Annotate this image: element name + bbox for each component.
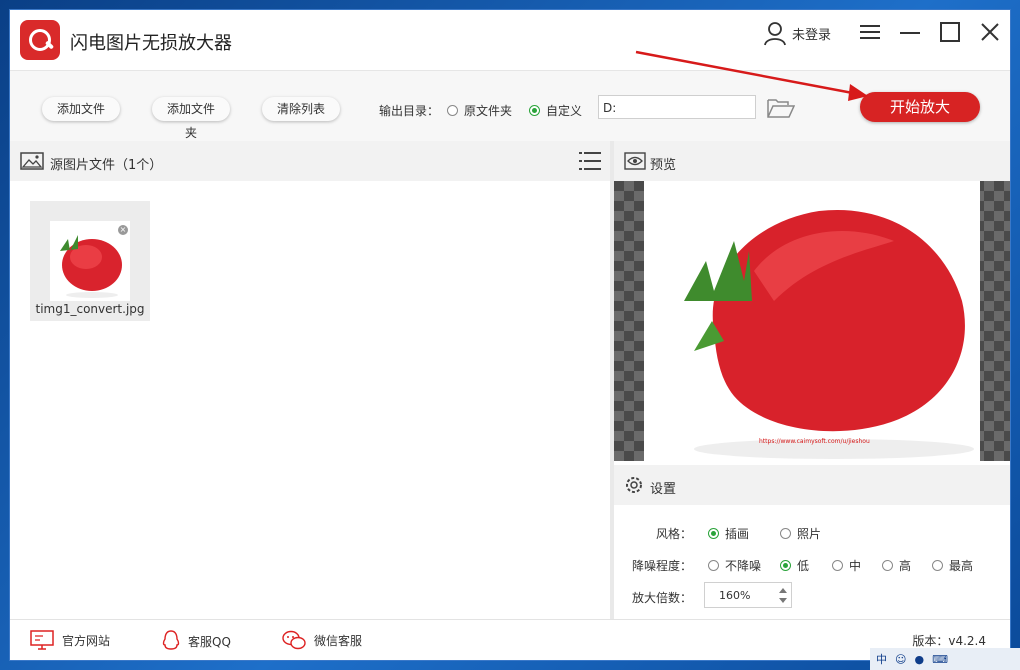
support-qq-label: 客服QQ <box>188 634 231 649</box>
preview-image: https://www.caimysoft.com/u/jieshou <box>644 181 980 461</box>
folder-open-icon <box>767 99 796 118</box>
file-thumbnail[interactable]: × timg1_convert.jpg <box>30 201 150 321</box>
radio-circle <box>882 560 893 571</box>
support-wechat-label: 微信客服 <box>314 633 363 648</box>
radio-circle <box>780 528 791 539</box>
app-window: 闪电图片无损放大器 未登录 添加文件 添加文件夹 清除列表 输出目录： 原文件夹… <box>10 10 1010 660</box>
add-folder-button[interactable]: 添加文件夹 <box>152 97 230 140</box>
mic-icon[interactable]: ● <box>914 653 924 666</box>
preview-area: https://www.caimysoft.com/u/jieshou <box>614 181 1010 461</box>
noise-option-label: 不降噪 <box>725 559 762 573</box>
file-name: timg1_convert.jpg <box>35 302 145 316</box>
style-label: 风格： <box>655 527 692 541</box>
official-website-link[interactable]: 官方网站 <box>30 630 110 650</box>
noise-option-label: 低 <box>797 559 810 573</box>
start-enlarge-button[interactable]: 开始放大 <box>860 92 980 122</box>
settings-title: 设置 <box>650 482 677 497</box>
noise-option-medium[interactable]: 中 <box>832 557 861 574</box>
noise-option-low[interactable]: 低 <box>780 557 809 574</box>
user-icon <box>764 22 786 46</box>
minimize-icon <box>900 32 920 34</box>
login-button[interactable]: 未登录 <box>762 18 831 48</box>
radio-circle <box>708 560 719 571</box>
source-files-title: 源图片文件（1个） <box>50 158 163 173</box>
radio-circle <box>447 105 458 116</box>
radio-circle <box>932 560 943 571</box>
noise-option-highest[interactable]: 最高 <box>932 557 973 574</box>
preview-watermark: https://www.caimysoft.com/u/jieshou <box>759 438 870 445</box>
preview-header: 预览 <box>614 141 1010 182</box>
radio-circle <box>832 560 843 571</box>
noise-option-none[interactable]: 不降噪 <box>708 557 761 574</box>
keyboard-icon[interactable]: ⌨ <box>932 653 948 666</box>
ime-indicator[interactable]: 中 <box>876 651 887 667</box>
style-option-label: 照片 <box>797 527 822 541</box>
toolbar: 添加文件 添加文件夹 清除列表 输出目录： 原文件夹 自定义 D: 开始放大 <box>10 71 1010 142</box>
output-original-radio[interactable]: 原文件夹 <box>447 102 512 119</box>
menu-button[interactable] <box>855 20 885 44</box>
version-label: 版本：v4.2.4 <box>912 634 986 648</box>
noise-option-high[interactable]: 高 <box>882 557 911 574</box>
add-file-button[interactable]: 添加文件 <box>42 97 120 121</box>
noise-option-label: 最高 <box>949 559 974 573</box>
official-website-label: 官方网站 <box>62 633 111 648</box>
scale-value: 160% <box>719 589 751 602</box>
qq-icon <box>162 630 180 650</box>
minimize-button[interactable] <box>895 20 925 44</box>
output-original-label: 原文件夹 <box>464 104 513 118</box>
support-wechat-link[interactable]: 微信客服 <box>282 630 362 650</box>
title-bar: 闪电图片无损放大器 未登录 <box>10 10 1010 71</box>
footer-bar: 官方网站 客服QQ 微信客服 版本：v4.2.4 <box>10 619 1010 660</box>
radio-circle-selected <box>529 105 540 116</box>
radio-circle-selected <box>780 560 791 571</box>
support-qq-link[interactable]: 客服QQ <box>162 630 231 652</box>
source-files-list: × timg1_convert.jpg <box>10 181 610 619</box>
emoji-icon[interactable]: ☺ <box>895 653 906 666</box>
style-option-label: 插画 <box>725 527 750 541</box>
hamburger-icon <box>860 25 880 39</box>
maximize-button[interactable] <box>935 20 965 44</box>
login-label: 未登录 <box>792 27 832 43</box>
output-path-input[interactable]: D: <box>598 95 756 119</box>
remove-file-button[interactable]: × <box>118 225 128 235</box>
gear-icon <box>626 477 642 493</box>
radio-circle-selected <box>708 528 719 539</box>
clear-list-button[interactable]: 清除列表 <box>262 97 340 121</box>
output-custom-radio[interactable]: 自定义 <box>529 102 582 119</box>
noise-option-label: 高 <box>899 559 912 573</box>
settings-header: 设置 <box>614 465 1010 506</box>
style-option-illustration[interactable]: 插画 <box>708 525 749 542</box>
maximize-icon <box>940 22 960 42</box>
output-custom-label: 自定义 <box>546 104 583 118</box>
monitor-icon <box>30 630 54 650</box>
style-option-photo[interactable]: 照片 <box>780 525 821 542</box>
wechat-icon <box>282 630 306 650</box>
eye-icon <box>624 152 646 170</box>
app-title: 闪电图片无损放大器 <box>70 33 232 54</box>
close-button[interactable] <box>975 20 1005 44</box>
scale-label: 放大倍数： <box>631 591 692 605</box>
noise-option-label: 中 <box>849 559 862 573</box>
list-view-icon[interactable] <box>579 150 601 172</box>
output-dir-label: 输出目录： <box>379 104 440 118</box>
stepper-down-icon[interactable] <box>779 598 787 603</box>
source-files-header: 源图片文件（1个） <box>10 141 610 182</box>
scale-stepper[interactable]: 160% <box>704 582 792 608</box>
stepper-up-icon[interactable] <box>779 588 787 593</box>
close-icon <box>981 23 999 41</box>
preview-title: 预览 <box>650 158 677 173</box>
browse-folder-button[interactable] <box>767 98 796 121</box>
app-logo-icon <box>20 20 60 60</box>
settings-panel: 风格： 插画 照片 降噪程度： 不降噪 低 中 高 最高 放大倍数： 160% <box>614 505 1010 619</box>
image-icon <box>20 152 44 170</box>
noise-label: 降噪程度： <box>631 559 692 573</box>
system-tray: 中 ☺ ● ⌨ <box>870 648 1020 670</box>
